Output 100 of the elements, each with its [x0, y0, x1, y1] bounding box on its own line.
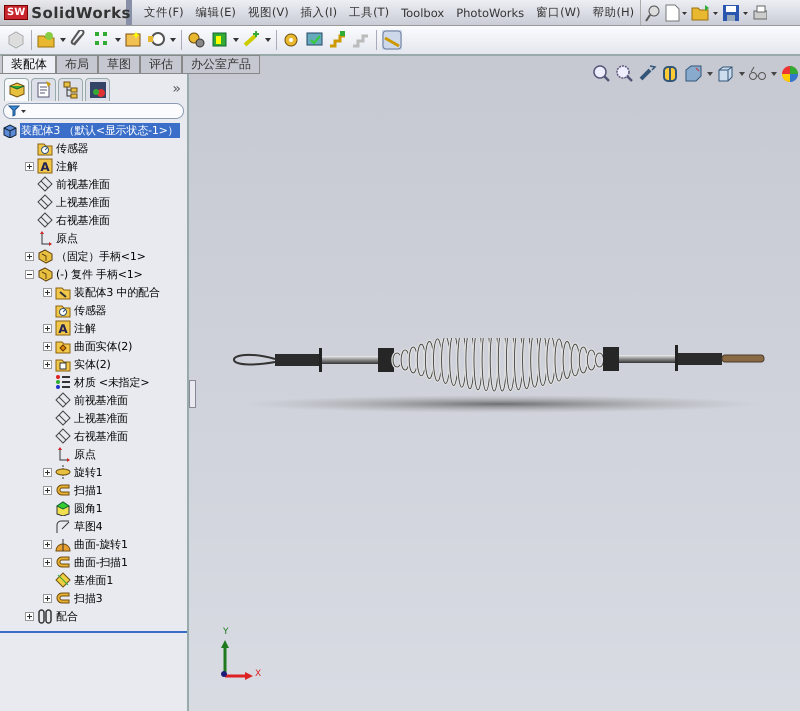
- printer-icon[interactable]: [753, 4, 768, 22]
- tree-item[interactable]: 装配体3 中的配合: [73, 284, 161, 300]
- tree-item[interactable]: 上视基准面: [55, 194, 112, 210]
- menu-item[interactable]: 工具(T): [343, 3, 396, 22]
- menu-item[interactable]: 文件(F): [138, 3, 190, 22]
- filter-field[interactable]: [3, 103, 184, 119]
- surface-revolve-icon: [55, 536, 71, 552]
- expand-toggle[interactable]: [43, 468, 52, 476]
- command-tab[interactable]: 评估: [140, 55, 182, 73]
- tree-item[interactable]: 上视基准面: [73, 410, 130, 426]
- menu-item[interactable]: 编辑(E): [190, 3, 242, 22]
- menu-item[interactable]: 插入(I): [294, 3, 344, 22]
- caret-icon[interactable]: [771, 72, 777, 76]
- tree-item[interactable]: 草图4: [73, 518, 104, 534]
- tree-item[interactable]: 原点: [55, 230, 79, 246]
- collapse-toggle[interactable]: [25, 270, 34, 278]
- sweep-icon: [55, 554, 71, 570]
- plane-icon: [37, 194, 53, 210]
- expand-toggle[interactable]: [43, 324, 52, 332]
- plane-icon: [55, 410, 71, 426]
- view-orientation-icon[interactable]: [684, 64, 704, 84]
- part-icon: [37, 266, 53, 282]
- tree-item[interactable]: （固定）手柄<1>: [55, 248, 147, 264]
- command-tab[interactable]: 装配体: [2, 55, 56, 73]
- reference-plane-icon: [55, 572, 71, 588]
- assembly-icon: [2, 122, 18, 138]
- expand-toggle[interactable]: [25, 252, 34, 260]
- tree-item[interactable]: 实体(2): [73, 356, 112, 372]
- panel-splitter-handle[interactable]: [189, 380, 196, 408]
- expand-toggle[interactable]: [43, 288, 52, 296]
- caret-icon[interactable]: [265, 38, 271, 42]
- menu-item[interactable]: 窗口(W): [530, 3, 586, 22]
- menu-item[interactable]: 视图(V): [242, 3, 295, 22]
- tree-item[interactable]: 配合: [55, 608, 79, 624]
- tree-item[interactable]: 注解: [73, 320, 97, 336]
- save-icon[interactable]: [722, 4, 750, 22]
- zoom-area-icon[interactable]: [615, 64, 635, 84]
- expand-toggle[interactable]: [43, 558, 52, 566]
- tree-item[interactable]: 右视基准面: [55, 212, 112, 228]
- plane-icon: [55, 392, 71, 408]
- origin-icon: [37, 230, 53, 246]
- tree-item[interactable]: 扫描3: [73, 590, 104, 606]
- caret-icon[interactable]: [60, 38, 66, 42]
- command-tab[interactable]: 办公室产品: [182, 55, 260, 73]
- expand-toggle[interactable]: [25, 612, 34, 620]
- filter-icon: [8, 105, 28, 117]
- revolve-icon: [55, 464, 71, 480]
- caret-icon[interactable]: [707, 72, 713, 76]
- mates-icon: [37, 608, 53, 624]
- expand-toggle[interactable]: [25, 162, 34, 170]
- menu-item[interactable]: PhotoWorks: [450, 4, 530, 22]
- tree-item[interactable]: 曲面实体(2): [73, 338, 134, 354]
- expand-toggle[interactable]: [43, 486, 52, 494]
- tree-item[interactable]: 装配体3 （默认<显示状态-1>）: [20, 122, 180, 138]
- tree-item[interactable]: 材质 <未指定>: [73, 374, 150, 390]
- fillet-icon: [55, 500, 71, 516]
- plane-icon: [37, 176, 53, 192]
- caret-icon[interactable]: [170, 38, 176, 42]
- tree-item[interactable]: 旋转1: [73, 464, 104, 480]
- expand-toggle[interactable]: [43, 594, 52, 602]
- origin-icon: [55, 446, 71, 462]
- caret-icon[interactable]: [739, 72, 745, 76]
- more-tabs-chevron[interactable]: »: [172, 81, 185, 97]
- tree-item[interactable]: (-) 复件 手柄<1>: [55, 266, 144, 282]
- sweep-icon: [55, 590, 71, 606]
- part-icon: [37, 248, 53, 264]
- expand-toggle[interactable]: [43, 360, 52, 368]
- annotation-icon: A: [55, 320, 71, 336]
- x-axis-label: X: [255, 670, 262, 679]
- tree-item[interactable]: 前视基准面: [73, 392, 130, 408]
- material-icon: [55, 374, 71, 390]
- menu-item[interactable]: 帮助(H): [586, 3, 640, 22]
- app-name: SolidWorks: [31, 4, 131, 22]
- expand-toggle[interactable]: [43, 342, 52, 350]
- plane-icon: [37, 212, 53, 228]
- y-axis-label: Y: [223, 628, 228, 637]
- command-tab[interactable]: 布局: [56, 55, 98, 73]
- tree-item[interactable]: 传感器: [73, 302, 108, 318]
- menu-item[interactable]: Toolbox: [395, 4, 450, 22]
- tree-item[interactable]: 注解: [55, 158, 79, 174]
- tree-item[interactable]: 圆角1: [73, 500, 104, 516]
- graphics-viewport[interactable]: Y X: [189, 74, 800, 711]
- tree-item[interactable]: 基准面1: [73, 572, 114, 588]
- tree-item[interactable]: 右视基准面: [73, 428, 130, 444]
- tree-item[interactable]: 扫描1: [73, 482, 104, 498]
- expand-toggle[interactable]: [43, 540, 52, 548]
- caret-icon[interactable]: [115, 38, 121, 42]
- command-tab[interactable]: 草图: [98, 55, 140, 73]
- tree-item[interactable]: 原点: [73, 446, 97, 462]
- sweep-icon: [55, 482, 71, 498]
- tree-item[interactable]: 传感器: [55, 140, 90, 156]
- caret-icon[interactable]: [233, 38, 239, 42]
- logo-badge: SW: [4, 5, 28, 20]
- tree-item[interactable]: 曲面-扫描1: [73, 554, 129, 570]
- plane-icon: [55, 428, 71, 444]
- tree-item[interactable]: 曲面-旋转1: [73, 536, 129, 552]
- open-folder-icon[interactable]: [691, 4, 720, 22]
- new-document-icon[interactable]: [664, 4, 688, 22]
- tree-item[interactable]: 前视基准面: [55, 176, 112, 192]
- zoom-fit-icon[interactable]: [592, 64, 612, 84]
